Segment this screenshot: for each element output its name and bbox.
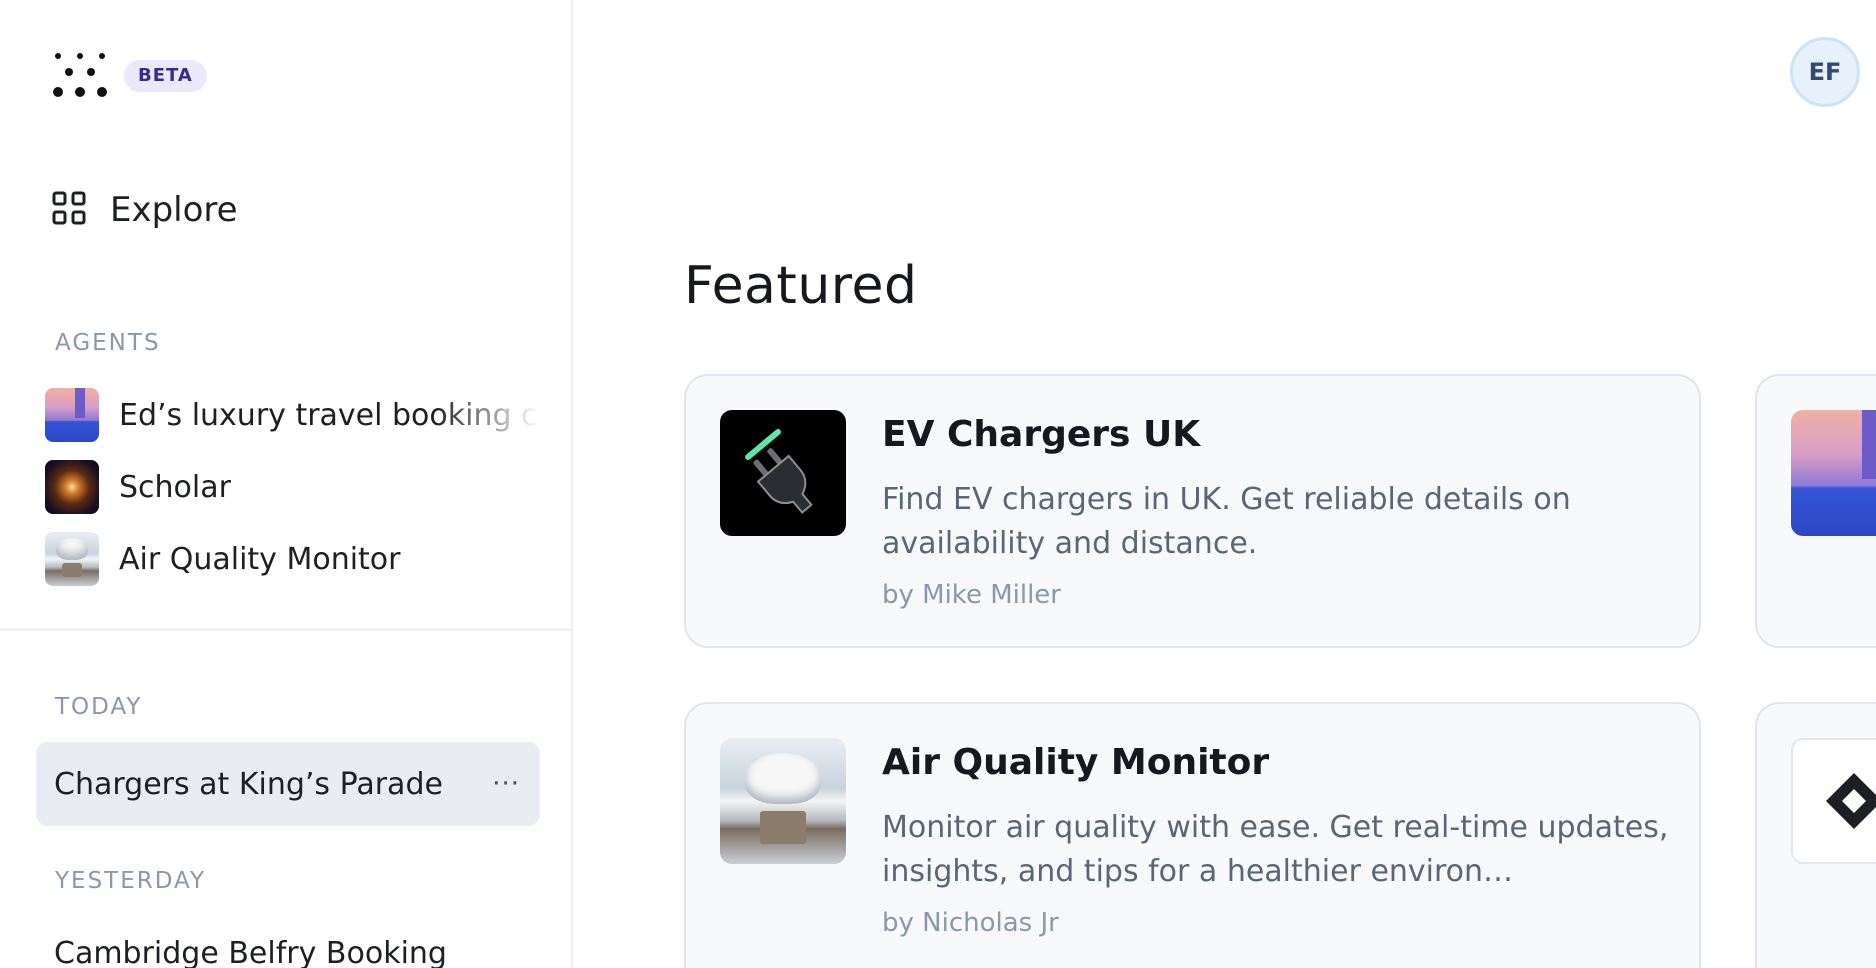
diamond-icon [1791,738,1876,864]
galaxy-thumbnail [45,460,99,514]
agent-name: Air Quality Monitor [119,541,401,577]
explore-label: Explore [110,190,238,230]
sidebar-divider [0,628,571,631]
card-author: by Mike Miller [882,580,1061,610]
cloud-thumbnail [720,738,846,864]
chat-item[interactable]: Cambridge Belfry Booking [54,936,447,968]
card-title: EV Chargers UK [882,414,1201,455]
cloud-thumbnail [45,532,99,586]
more-options-icon[interactable]: ··· [492,771,520,797]
featured-card-partial-travel[interactable] [1755,374,1876,648]
logo-icon[interactable] [52,52,108,100]
agent-item-air-quality[interactable]: Air Quality Monitor [45,531,545,587]
yesterday-section-label: YESTERDAY [55,868,207,894]
agent-item-travel[interactable]: Ed’s luxury travel booking c [45,387,545,443]
card-author: by Nicholas Jr [882,908,1059,938]
featured-card-partial-diamond[interactable] [1755,702,1876,968]
beta-badge: BETA [124,60,207,92]
agent-name: Scholar [119,469,231,505]
today-section-label: TODAY [55,694,143,720]
featured-card-ev-chargers[interactable]: EV Chargers UK Find EV chargers in UK. G… [684,374,1701,648]
travel-thumbnail [1791,410,1876,536]
user-avatar[interactable]: EF [1790,37,1860,107]
agent-item-scholar[interactable]: Scholar [45,459,545,515]
card-description: Find EV chargers in UK. Get reliable det… [882,482,1571,561]
agent-name: Ed’s luxury travel booking c [119,397,538,433]
agents-section-label: AGENTS [55,330,161,356]
chat-item-active[interactable]: Chargers at King’s Parade ··· [36,742,540,826]
card-description: Monitor air quality with ease. Get real-… [882,810,1669,889]
grid-icon [52,191,86,229]
featured-card-air-quality[interactable]: Air Quality Monitor Monitor air quality … [684,702,1701,968]
sidebar: BETA Explore AGENTS Ed’s luxury travel b… [0,0,573,968]
chat-title: Chargers at King’s Parade [54,766,443,802]
ev-plug-icon [720,410,846,536]
card-title: Air Quality Monitor [882,742,1270,783]
featured-heading: Featured [684,256,918,316]
explore-nav-item[interactable]: Explore [52,180,238,240]
travel-thumbnail [45,388,99,442]
